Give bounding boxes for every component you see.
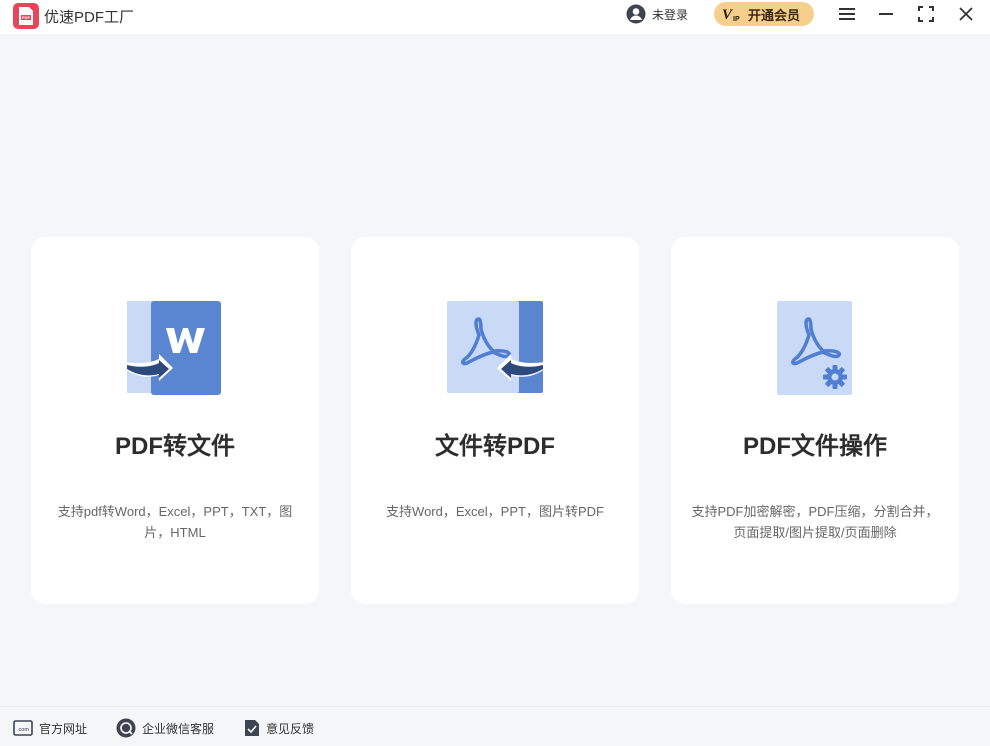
pdf-to-word-icon: [125, 299, 225, 395]
svg-text:.com: .com: [17, 727, 29, 733]
card-description: 支持pdf转Word，Excel，PPT，TXT，图片，HTML: [57, 504, 293, 540]
footer-website-label: 官方网址: [39, 721, 88, 736]
footer-wechat-link[interactable]: 企业微信客服: [116, 718, 214, 738]
card-pdf-to-file[interactable]: PDF转文件 支持pdf转Word，Excel，PPT，TXT，图片，HTML: [31, 237, 319, 604]
footer-feedback-label: 意见反馈: [266, 721, 315, 736]
vip-label: 开通会员: [748, 7, 801, 23]
footer-feedback-link[interactable]: 意见反馈: [244, 718, 314, 738]
footer-bar: .com 官方网址 企业微信客服 意见反馈: [0, 706, 990, 746]
maximize-icon: [918, 6, 934, 22]
card-title: PDF转文件: [115, 433, 235, 460]
maximize-button[interactable]: [913, 2, 939, 26]
menu-button[interactable]: [834, 2, 860, 26]
website-icon: .com: [13, 720, 33, 736]
hamburger-menu-icon: [839, 8, 855, 20]
card-description: 支持Word，Excel，PPT，图片转PDF: [386, 504, 604, 519]
vip-icon: V IP: [722, 7, 740, 23]
svg-text:IP: IP: [733, 16, 740, 23]
app-logo-icon: PDF: [13, 3, 39, 29]
title-bar: PDF 优速PDF工厂 未登录 V IP 开通会员: [0, 0, 990, 34]
card-file-to-pdf[interactable]: 文件转PDF 支持Word，Excel，PPT，图片转PDF: [351, 237, 639, 604]
feedback-icon: [245, 720, 259, 736]
login-button[interactable]: 未登录: [626, 3, 688, 25]
pdf-operations-icon: [765, 299, 865, 395]
close-icon: [959, 7, 973, 21]
card-pdf-operations[interactable]: PDF文件操作 支持PDF加密解密，PDF压缩，分割合并，页面提取/图片提取/页…: [671, 237, 959, 604]
footer-website-link[interactable]: .com 官方网址: [13, 718, 87, 738]
app-title: 优速PDF工厂: [44, 9, 135, 26]
card-description: 支持PDF加密解密，PDF压缩，分割合并，页面提取/图片提取/页面删除: [691, 504, 939, 540]
card-title: PDF文件操作: [743, 433, 887, 460]
card-title: 文件转PDF: [435, 433, 555, 460]
file-to-pdf-icon: [445, 299, 545, 395]
minimize-icon: [879, 13, 893, 15]
vip-button[interactable]: V IP 开通会员: [714, 2, 814, 26]
footer-wechat-label: 企业微信客服: [142, 721, 215, 736]
svg-text:PDF: PDF: [22, 15, 31, 20]
login-status-label: 未登录: [652, 7, 689, 22]
user-avatar-icon: [626, 4, 646, 24]
minimize-button[interactable]: [873, 2, 899, 26]
close-button[interactable]: [953, 2, 979, 26]
wechat-support-icon: [116, 718, 136, 738]
